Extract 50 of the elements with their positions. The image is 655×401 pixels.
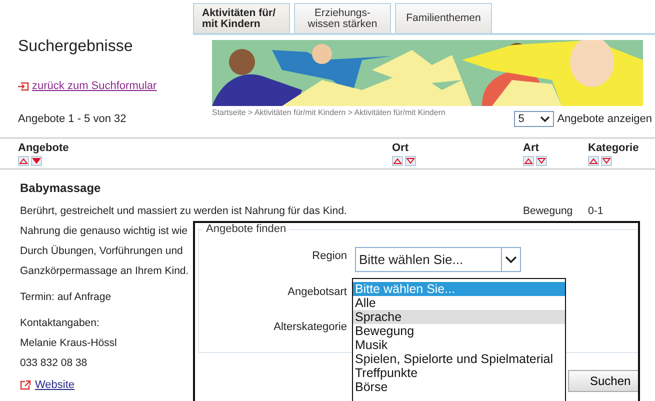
chevron-icon bbox=[540, 116, 550, 122]
sort-up-button[interactable] bbox=[18, 156, 29, 166]
table-cell: 0-1 bbox=[588, 205, 604, 217]
chevron-icon bbox=[505, 256, 517, 264]
offer-title: Babymassage bbox=[20, 181, 101, 195]
sort-down-button[interactable] bbox=[405, 156, 416, 166]
website-link[interactable]: Website bbox=[35, 379, 75, 391]
description-line: Berührt, gestreichelt und massiert zu werden ist Nahrung für das Kind. bbox=[20, 204, 348, 219]
sort-up-button[interactable] bbox=[523, 156, 534, 166]
dropdown-option[interactable]: Musik bbox=[353, 338, 565, 352]
tab[interactable]: Erziehungs- wissen stärken bbox=[294, 3, 391, 33]
region-select[interactable]: Bitte wählen Sie... bbox=[355, 247, 521, 272]
contact-label: Kontaktangaben: bbox=[20, 316, 100, 331]
dropdown-option[interactable]: Börse bbox=[353, 380, 565, 394]
page-title: Suchergebnisse bbox=[18, 38, 134, 56]
sort-up-button[interactable] bbox=[392, 156, 403, 166]
sort-down-button[interactable] bbox=[536, 156, 547, 166]
column-header: Ort bbox=[392, 142, 410, 154]
table-cell-text: Bewegung bbox=[523, 205, 574, 217]
column-header: Kategorie bbox=[588, 142, 640, 154]
dropdown-option[interactable]: Sprache bbox=[353, 310, 565, 324]
sort-down-button[interactable] bbox=[31, 156, 42, 166]
sort-down-button[interactable] bbox=[601, 156, 612, 166]
description-line: Ganzkörpermassage an Ihrem Kind. bbox=[20, 264, 189, 279]
result-count: Angebote 1 - 5 von 32 bbox=[18, 113, 128, 125]
field-label: Alterskategorie bbox=[272, 321, 347, 333]
search-button[interactable]: Suchen bbox=[568, 370, 638, 392]
dropdown-option[interactable]: Bewegung bbox=[353, 324, 565, 338]
description-line: Durch Übungen, Vorführungen und bbox=[20, 244, 183, 259]
dropdown-option[interactable]: Alle bbox=[353, 296, 565, 310]
external-link-icon bbox=[20, 380, 31, 390]
appointment-text: Termin: auf Anfrage bbox=[20, 290, 112, 305]
column-header: Art bbox=[523, 142, 540, 154]
page-size-label: Angebote anzeigen bbox=[557, 113, 652, 125]
tab[interactable]: Familienthemen bbox=[395, 3, 492, 33]
field-label: Region bbox=[311, 250, 347, 262]
back-link[interactable]: zurück zum Suchformular bbox=[32, 80, 157, 92]
page-size-select[interactable]: 5 bbox=[514, 111, 554, 127]
phone-number: 033 832 08 38 bbox=[20, 356, 88, 371]
description-line: Nahrung die genauso wichtig ist wie bbox=[20, 224, 188, 239]
fieldset-legend: Angebote finden bbox=[203, 223, 290, 235]
dropdown-option[interactable]: Treffpunkte bbox=[353, 366, 565, 380]
column-header: Angebote bbox=[18, 142, 70, 154]
dropdown-option[interactable]: Spielen, Spielorte und Spielmaterial bbox=[353, 352, 565, 366]
back-icon bbox=[17, 82, 29, 90]
field-label: Angebotsart bbox=[286, 286, 347, 298]
breadcrumb: Startseite > Aktivitäten für/mit Kindern > Aktivitäten für/mit Kindern bbox=[212, 108, 446, 119]
sort-up-button[interactable] bbox=[588, 156, 599, 166]
contact-name: Melanie Kraus-Hössl bbox=[20, 336, 117, 351]
tab[interactable]: Aktivitäten für/ mit Kindern bbox=[193, 3, 290, 33]
